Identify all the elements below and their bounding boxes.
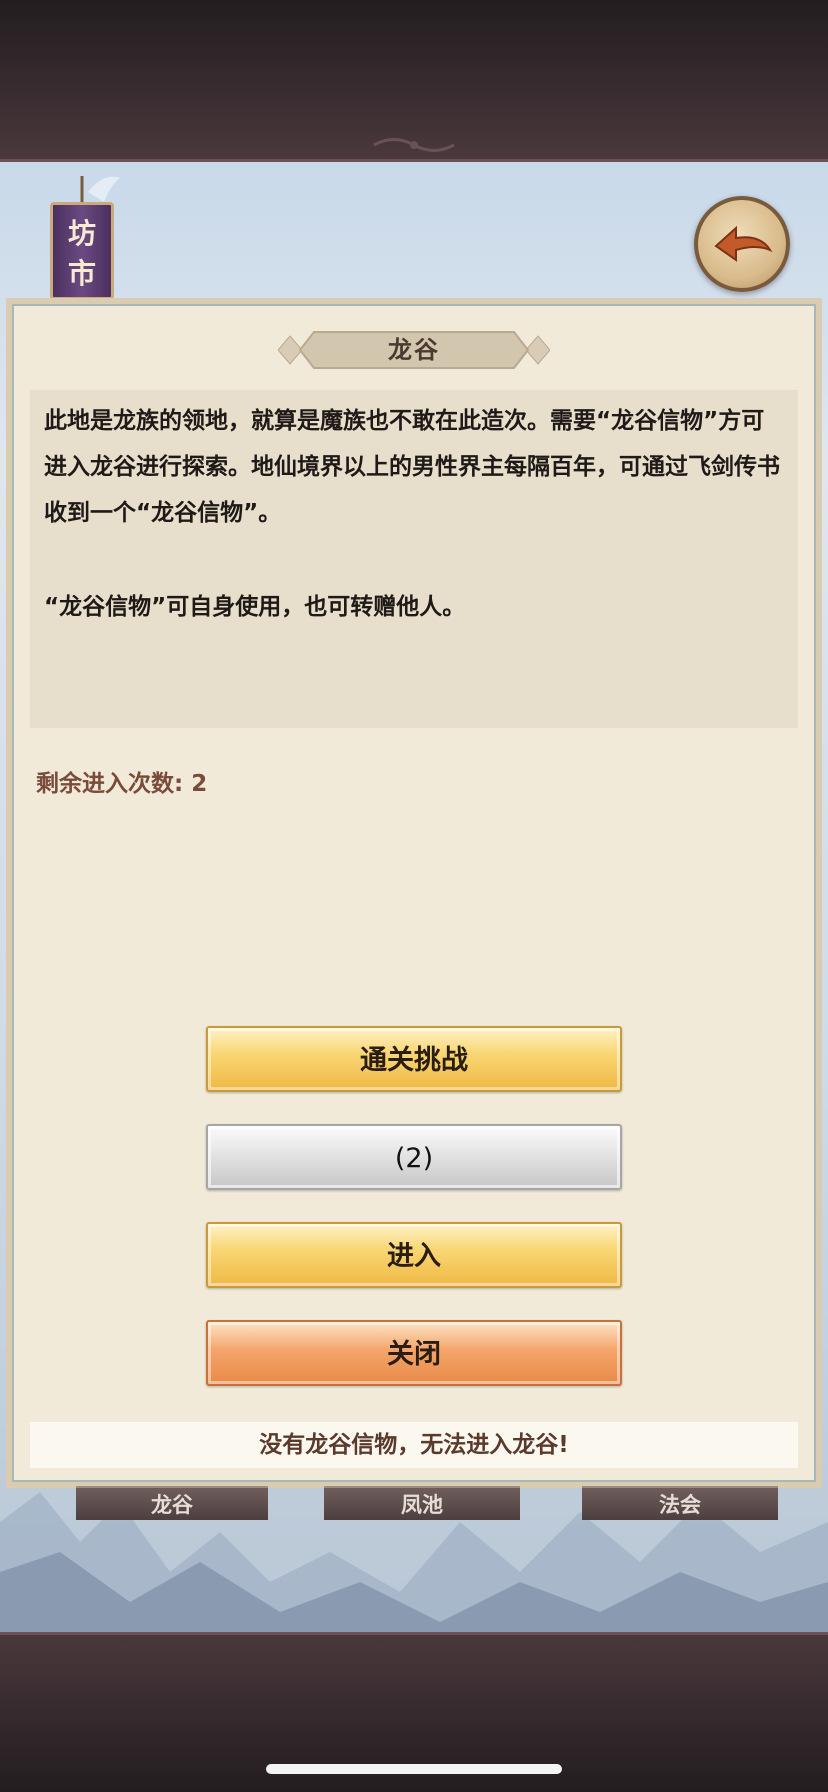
- shop-sign[interactable]: 坊 市: [44, 172, 124, 302]
- ornament-icon: [373, 138, 455, 152]
- shop-sign-char-1: 坊: [67, 217, 96, 250]
- remaining-entries: 剩余进入次数: 2: [36, 764, 207, 798]
- description-paragraph-1: 此地是龙族的领地，就算是魔族也不敢在此造次。需要“龙谷信物”方可进入龙谷进行探索…: [44, 408, 780, 526]
- description-paragraph-2: “龙谷信物”可自身使用，也可转赠他人。: [44, 594, 466, 620]
- remaining-count: 2: [191, 771, 208, 797]
- tab-dharma-assembly[interactable]: 法会: [582, 1486, 778, 1520]
- notice-banner: 没有龙谷信物，无法进入龙谷!: [30, 1422, 798, 1468]
- shop-sign-char-2: 市: [67, 257, 96, 290]
- tab-phoenix-pool[interactable]: 凤池: [324, 1486, 520, 1520]
- back-button[interactable]: [694, 196, 790, 292]
- lantern-hook-icon: [80, 176, 120, 202]
- home-indicator[interactable]: [266, 1764, 562, 1774]
- enter-button[interactable]: 进入: [206, 1222, 622, 1288]
- remaining-label: 剩余进入次数:: [36, 771, 184, 797]
- tab-dragon-valley[interactable]: 龙谷: [76, 1486, 268, 1520]
- back-arrow-icon: [714, 225, 773, 262]
- dialog-title: 龙谷: [388, 336, 440, 364]
- challenge-button[interactable]: 通关挑战: [206, 1026, 622, 1092]
- sweep-button[interactable]: (2): [206, 1124, 622, 1190]
- close-button[interactable]: 关闭: [206, 1320, 622, 1386]
